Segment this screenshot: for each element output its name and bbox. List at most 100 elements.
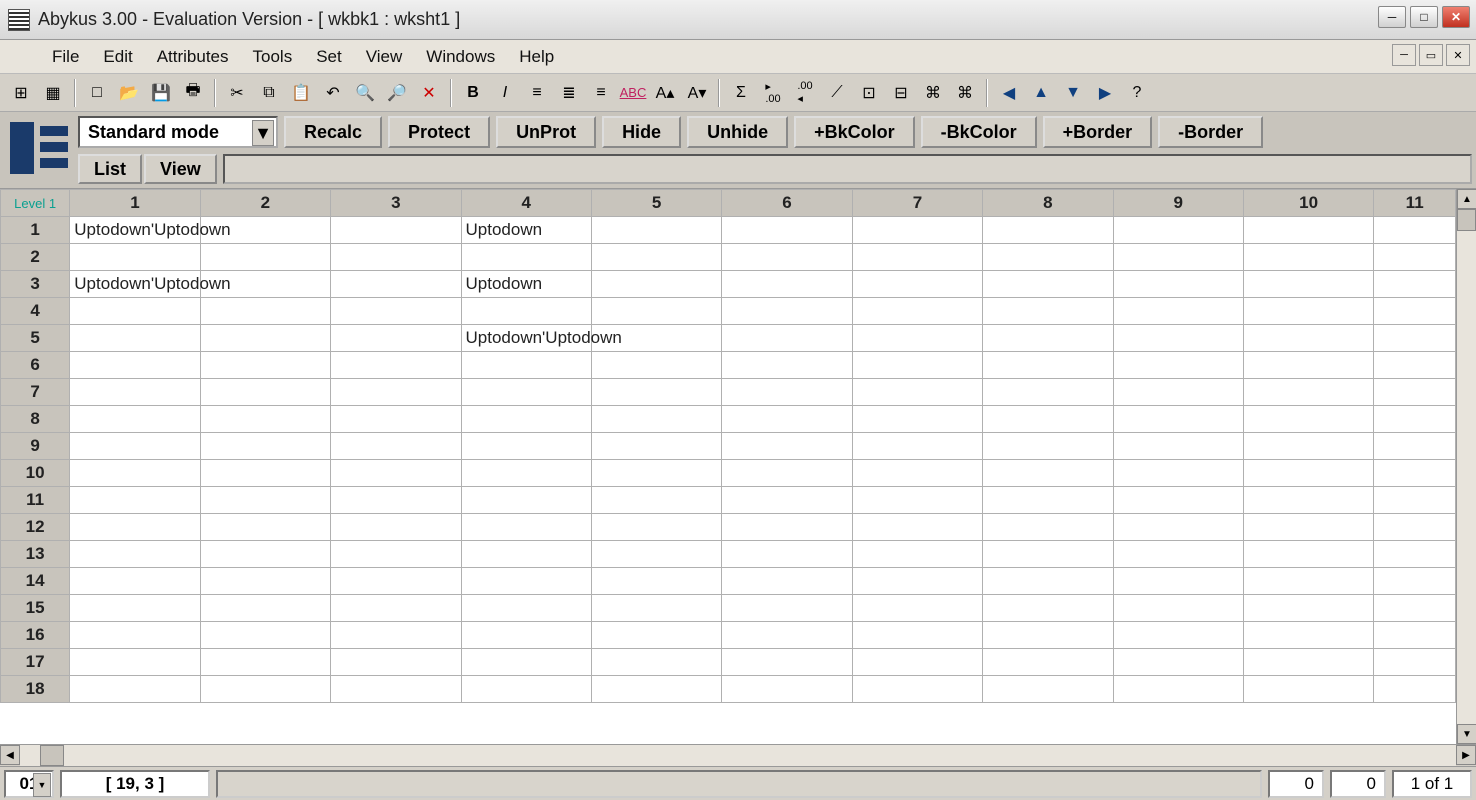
cell[interactable] xyxy=(461,514,591,541)
cell[interactable] xyxy=(983,541,1113,568)
cell[interactable] xyxy=(70,487,200,514)
row-header[interactable]: 13 xyxy=(1,541,70,568)
cell[interactable] xyxy=(1243,271,1373,298)
italic-icon[interactable]: I xyxy=(490,78,520,108)
cell[interactable] xyxy=(722,622,852,649)
cell[interactable] xyxy=(200,379,330,406)
cell[interactable] xyxy=(591,271,721,298)
scroll-right-arrow[interactable]: ▶ xyxy=(1456,745,1476,765)
column-header[interactable]: 4 xyxy=(461,190,591,217)
level-dropdown-arrow[interactable]: ▼ xyxy=(33,773,51,797)
cell[interactable] xyxy=(331,406,461,433)
recalc-button[interactable]: Recalc xyxy=(284,116,382,148)
cell[interactable] xyxy=(1374,271,1456,298)
cell[interactable] xyxy=(852,514,982,541)
cell[interactable] xyxy=(852,541,982,568)
row-header[interactable]: 5 xyxy=(1,325,70,352)
column-header[interactable]: 1 xyxy=(70,190,200,217)
cell[interactable] xyxy=(591,460,721,487)
cell[interactable] xyxy=(852,298,982,325)
cell[interactable] xyxy=(1374,514,1456,541)
cell[interactable] xyxy=(1113,433,1243,460)
cell[interactable] xyxy=(1243,622,1373,649)
go-down-icon[interactable]: ▼ xyxy=(1058,78,1088,108)
go-right-icon[interactable]: ▶ xyxy=(1090,78,1120,108)
cell[interactable] xyxy=(1374,406,1456,433)
align-right-icon[interactable]: ≡ xyxy=(586,78,616,108)
cell[interactable] xyxy=(200,676,330,703)
cell[interactable] xyxy=(461,622,591,649)
cell[interactable] xyxy=(70,244,200,271)
formula-bar[interactable] xyxy=(223,154,1472,184)
inc-decimal-icon[interactable]: ▸.00 xyxy=(758,78,788,108)
close-button[interactable]: ✕ xyxy=(1442,6,1470,28)
cell[interactable] xyxy=(983,433,1113,460)
cell[interactable] xyxy=(722,298,852,325)
cell[interactable] xyxy=(722,676,852,703)
cell[interactable] xyxy=(331,487,461,514)
cell[interactable] xyxy=(1374,622,1456,649)
cell[interactable] xyxy=(1243,298,1373,325)
font-grow-icon[interactable]: A▴ xyxy=(650,78,680,108)
menu-tools[interactable]: Tools xyxy=(241,43,305,71)
cell[interactable] xyxy=(461,541,591,568)
sum-icon[interactable]: Σ xyxy=(726,78,756,108)
cell[interactable] xyxy=(591,379,721,406)
cell[interactable] xyxy=(983,487,1113,514)
menu-file[interactable]: File xyxy=(40,43,91,71)
column-header[interactable]: 11 xyxy=(1374,190,1456,217)
cell[interactable] xyxy=(722,514,852,541)
tab-list[interactable]: List xyxy=(78,154,142,184)
cell[interactable] xyxy=(70,298,200,325)
column-header[interactable]: 8 xyxy=(983,190,1113,217)
hscroll-track[interactable] xyxy=(20,745,1456,766)
row-header[interactable]: 9 xyxy=(1,433,70,460)
cell[interactable] xyxy=(331,433,461,460)
mode-dropdown-arrow[interactable]: ▼ xyxy=(252,120,274,146)
font-shrink-icon[interactable]: A▾ xyxy=(682,78,712,108)
cell[interactable] xyxy=(1113,325,1243,352)
horizontal-scrollbar[interactable]: ◀ ▶ xyxy=(0,744,1476,766)
cell[interactable] xyxy=(1113,487,1243,514)
menu-help[interactable]: Help xyxy=(507,43,566,71)
cell[interactable] xyxy=(1374,379,1456,406)
cell[interactable] xyxy=(1243,460,1373,487)
cell[interactable] xyxy=(983,406,1113,433)
cell[interactable] xyxy=(331,676,461,703)
cell[interactable] xyxy=(1113,352,1243,379)
cell[interactable] xyxy=(722,649,852,676)
cell[interactable] xyxy=(70,649,200,676)
hide-button[interactable]: Hide xyxy=(602,116,681,148)
group1-icon[interactable]: ⊡ xyxy=(854,78,884,108)
cell[interactable] xyxy=(852,379,982,406)
row-header[interactable]: 6 xyxy=(1,352,70,379)
row-header[interactable]: 1 xyxy=(1,217,70,244)
cell[interactable] xyxy=(461,595,591,622)
cell[interactable] xyxy=(331,568,461,595)
cell[interactable] xyxy=(331,514,461,541)
cell[interactable] xyxy=(722,406,852,433)
row-header[interactable]: 17 xyxy=(1,649,70,676)
cell[interactable] xyxy=(70,595,200,622)
menu-edit[interactable]: Edit xyxy=(91,43,144,71)
new-file-icon[interactable]: □ xyxy=(82,78,112,108)
cell[interactable] xyxy=(722,271,852,298)
column-header[interactable]: 10 xyxy=(1243,190,1373,217)
cell[interactable] xyxy=(200,460,330,487)
cell[interactable] xyxy=(200,298,330,325)
row-header[interactable]: 18 xyxy=(1,676,70,703)
cell[interactable] xyxy=(591,595,721,622)
cell[interactable] xyxy=(852,649,982,676)
cell[interactable] xyxy=(70,676,200,703)
cell[interactable] xyxy=(331,217,461,244)
cell[interactable] xyxy=(70,433,200,460)
cell[interactable] xyxy=(1243,406,1373,433)
maximize-button[interactable]: □ xyxy=(1410,6,1438,28)
cell[interactable] xyxy=(1113,622,1243,649)
cell[interactable] xyxy=(983,649,1113,676)
font-color-icon[interactable]: ABC xyxy=(618,78,648,108)
cell[interactable] xyxy=(722,244,852,271)
cell[interactable] xyxy=(591,487,721,514)
cell[interactable] xyxy=(983,514,1113,541)
cell[interactable] xyxy=(1243,217,1373,244)
